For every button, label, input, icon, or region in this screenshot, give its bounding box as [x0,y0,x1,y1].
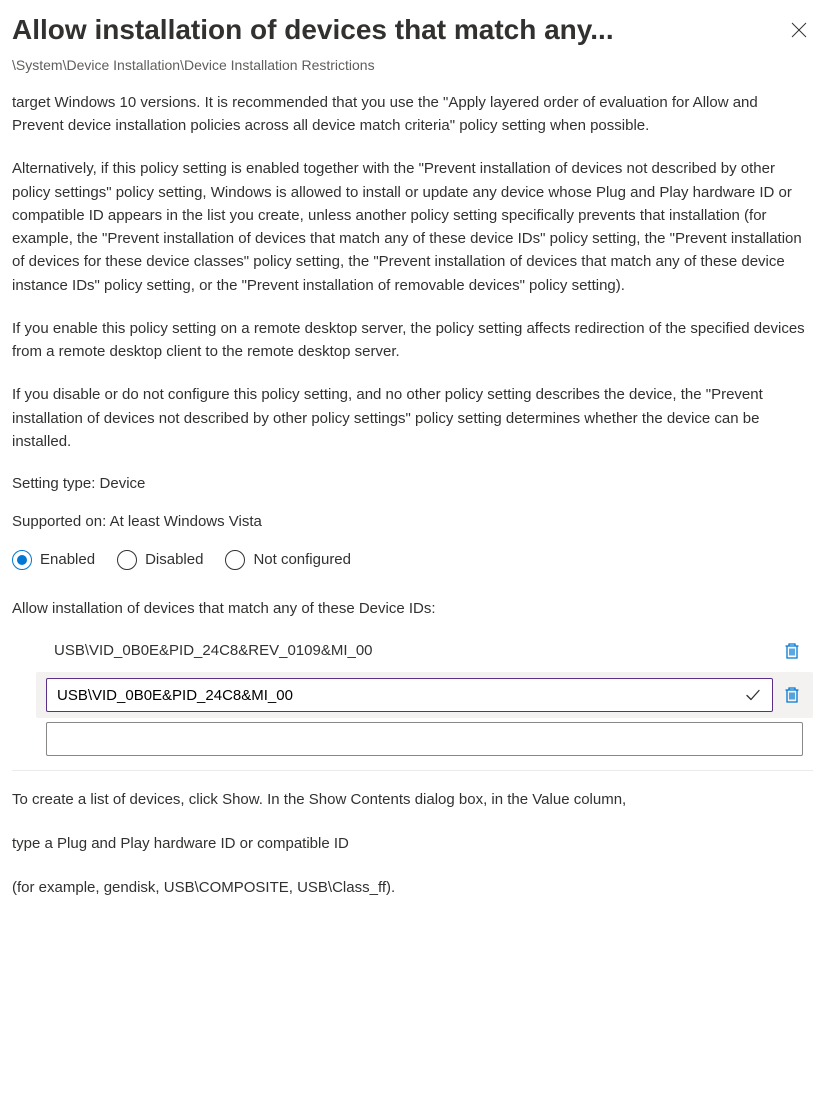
trash-icon [784,685,800,705]
breadcrumb: \System\Device Installation\Device Insta… [12,55,813,75]
radio-label: Not configured [253,549,351,571]
device-ids-list: USB\VID_0B0E&PID_24C8&REV_0109&MI_00 [12,630,813,760]
device-id-input-wrap [46,678,773,712]
setting-type: Setting type: Device [12,473,813,495]
device-ids-label: Allow installation of devices that match… [12,598,813,620]
description-paragraph: Alternatively, if this policy setting is… [12,157,813,297]
delete-button[interactable] [781,640,803,662]
divider [12,770,813,771]
footer-paragraph: type a Plug and Play hardware ID or comp… [12,833,813,855]
radio-enabled[interactable]: Enabled [12,549,95,571]
footer-paragraph: (for example, gendisk, USB\COMPOSITE, US… [12,877,813,899]
radio-label: Enabled [40,549,95,571]
radio-icon [117,550,137,570]
supported-on: Supported on: At least Windows Vista [12,511,813,533]
description-paragraph: If you enable this policy setting on a r… [12,317,813,364]
confirm-button[interactable] [742,684,764,706]
policy-description: target Windows 10 versions. It is recomm… [12,91,813,453]
radio-label: Disabled [145,549,203,571]
device-id-row[interactable]: USB\VID_0B0E&PID_24C8&REV_0109&MI_00 [36,630,813,672]
footer-help: To create a list of devices, click Show.… [12,789,813,898]
description-partial: target Windows 10 versions. It is recomm… [12,91,813,138]
description-paragraph: If you disable or do not configure this … [12,383,813,453]
close-icon [791,22,807,38]
device-id-row-editing [36,672,813,718]
close-button[interactable] [785,16,813,44]
state-radio-group: Enabled Disabled Not configured [12,549,813,571]
radio-icon [12,550,32,570]
footer-paragraph: To create a list of devices, click Show.… [12,789,813,811]
check-icon [745,687,761,703]
device-id-input[interactable] [47,681,742,710]
trash-icon [784,641,800,661]
radio-not-configured[interactable]: Not configured [225,549,351,571]
device-id-value: USB\VID_0B0E&PID_24C8&REV_0109&MI_00 [54,640,773,662]
delete-button[interactable] [781,684,803,706]
radio-icon [225,550,245,570]
device-id-new-input[interactable] [46,722,803,756]
radio-disabled[interactable]: Disabled [117,549,203,571]
page-title: Allow installation of devices that match… [12,10,614,51]
device-id-new-row [36,718,813,760]
